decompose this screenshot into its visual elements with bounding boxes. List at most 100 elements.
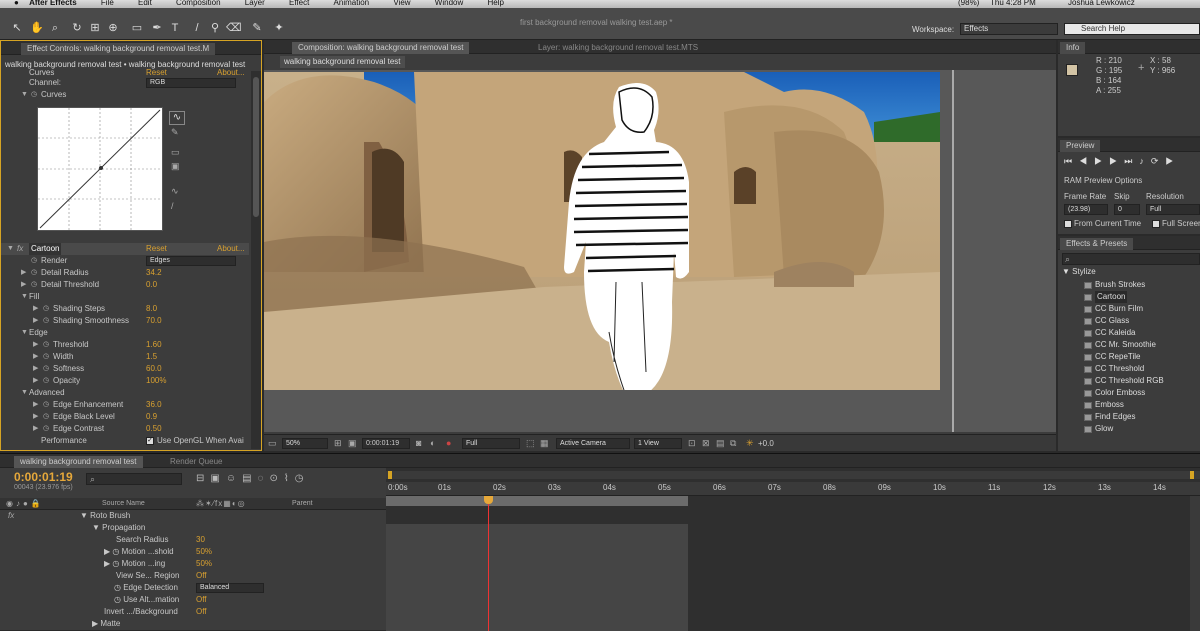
shading-smoothness-value[interactable]: 70.0: [146, 315, 162, 327]
expand-icon[interactable]: ▼: [80, 511, 90, 520]
full-screen-checkbox[interactable]: [1152, 220, 1160, 228]
composition-breadcrumb[interactable]: walking background removal test: [280, 56, 405, 68]
timeline-scrollbar[interactable]: [1190, 496, 1200, 631]
comp-mini-flowchart-icon[interactable]: ⊟: [196, 473, 210, 484]
puppet-tool-icon[interactable]: ✦: [272, 21, 286, 35]
effect-item[interactable]: Color Emboss: [1095, 387, 1145, 399]
shading-steps-value[interactable]: 8.0: [146, 303, 157, 315]
effect-item[interactable]: CC Glass: [1095, 315, 1129, 327]
menu-view[interactable]: View: [393, 0, 410, 7]
effect-item[interactable]: CC Mr. Smoothie: [1095, 339, 1156, 351]
expand-icon[interactable]: ▶: [33, 303, 38, 315]
view-search-region-value[interactable]: Off: [196, 570, 207, 582]
current-time-field[interactable]: 0:00:01:19: [362, 438, 410, 449]
effect-item[interactable]: CC Kaleida: [1095, 327, 1135, 339]
expand-icon[interactable]: ▼: [92, 523, 102, 532]
menu-effect[interactable]: Effect: [289, 0, 309, 7]
edge-enhancement-value[interactable]: 36.0: [146, 399, 162, 411]
expand-icon[interactable]: ▶: [33, 375, 38, 387]
flowchart-icon[interactable]: ⧉: [730, 438, 736, 449]
tab-preview[interactable]: Preview: [1060, 140, 1101, 152]
stopwatch-icon[interactable]: ◷: [43, 303, 49, 315]
effect-item[interactable]: CC Threshold RGB: [1095, 375, 1164, 387]
propagation-row[interactable]: ▼ Propagation: [92, 522, 145, 534]
camera-dropdown[interactable]: Active Camera: [556, 438, 630, 449]
effect-item[interactable]: Glow: [1095, 423, 1113, 435]
composition-frame[interactable]: [264, 72, 940, 390]
show-snapshot-icon[interactable]: ◐: [430, 438, 435, 448]
search-radius-value[interactable]: 30: [196, 534, 205, 546]
edge-contrast-value[interactable]: 0.50: [146, 423, 162, 435]
expand-icon[interactable]: ▶: [21, 279, 26, 291]
playhead-icon[interactable]: [484, 496, 493, 504]
edge-expand-icon[interactable]: ▼: [21, 327, 28, 339]
graph-editor-icon[interactable]: ⌇: [284, 473, 295, 484]
menu-file[interactable]: File: [101, 0, 114, 7]
previous-frame-icon[interactable]: ◀: [1079, 156, 1094, 166]
stopwatch-icon[interactable]: ◷: [114, 583, 123, 592]
first-frame-icon[interactable]: ⏮: [1064, 156, 1079, 166]
render-dropdown[interactable]: Edges: [146, 256, 236, 266]
expand-icon[interactable]: ▶: [33, 399, 38, 411]
matte-row[interactable]: ▶ Matte: [92, 618, 120, 630]
search-help-input[interactable]: Search Help: [1064, 23, 1200, 35]
time-navigator[interactable]: [386, 471, 1200, 479]
stopwatch-icon[interactable]: ◷: [43, 339, 49, 351]
save-curve-icon[interactable]: ▣: [171, 161, 180, 172]
menu-user[interactable]: Joshua Lewkowicz: [1068, 0, 1135, 7]
stopwatch-icon[interactable]: ◷: [43, 315, 49, 327]
hand-tool-icon[interactable]: ✋: [30, 21, 44, 35]
expand-icon[interactable]: ▶: [33, 411, 38, 423]
timeline-search-input[interactable]: ⌕: [86, 473, 182, 485]
effect-item[interactable]: Emboss: [1095, 399, 1124, 411]
category-expand-icon[interactable]: ▼: [1062, 267, 1072, 276]
skip-dropdown[interactable]: 0: [1114, 204, 1140, 215]
stopwatch-icon[interactable]: ◷: [31, 279, 37, 291]
detail-threshold-value[interactable]: 0.0: [146, 279, 157, 291]
shape-tool-icon[interactable]: ▭: [130, 21, 144, 35]
text-tool-icon[interactable]: T: [168, 21, 182, 35]
stopwatch-icon[interactable]: ◷: [43, 363, 49, 375]
roto-brush-tool-icon[interactable]: ✎: [250, 21, 264, 35]
composition-viewer[interactable]: [264, 70, 1056, 432]
stopwatch-icon[interactable]: ◷: [112, 547, 121, 556]
effect-item[interactable]: Find Edges: [1095, 411, 1135, 423]
clone-stamp-tool-icon[interactable]: ⚲: [208, 21, 222, 35]
fx-icon[interactable]: fx: [17, 243, 23, 255]
mask-visibility-icon[interactable]: ▣: [348, 438, 357, 449]
motion-threshold-value[interactable]: 50%: [196, 546, 212, 558]
zoom-dropdown[interactable]: 50%: [282, 438, 328, 449]
view-layout-dropdown[interactable]: 1 View: [634, 438, 682, 449]
resolution-dropdown[interactable]: Full: [462, 438, 520, 449]
mute-icon[interactable]: ♪: [1139, 156, 1151, 166]
expand-icon[interactable]: ▶: [33, 351, 38, 363]
frame-blending-icon[interactable]: ▤: [242, 473, 257, 484]
fx-icon[interactable]: fx: [8, 510, 14, 522]
layer-duration-bar[interactable]: [386, 524, 688, 631]
curves-reset-link[interactable]: Reset: [146, 67, 167, 75]
pencil-tool-icon[interactable]: ✎: [171, 127, 179, 138]
stopwatch-icon[interactable]: ◷: [114, 595, 123, 604]
cartoon-effect-name[interactable]: Cartoon: [29, 243, 62, 255]
expand-icon[interactable]: ▶: [33, 315, 38, 327]
pen-tool-icon[interactable]: ✒: [150, 21, 164, 35]
softness-value[interactable]: 60.0: [146, 363, 162, 375]
curves-expand-icon[interactable]: ▼: [21, 89, 28, 101]
menu-layer[interactable]: Layer: [245, 0, 265, 7]
pixel-aspect-icon[interactable]: ⊡: [688, 438, 696, 449]
cartoon-reset-link[interactable]: Reset: [146, 243, 167, 255]
frame-rate-dropdown[interactable]: (23.98): [1064, 204, 1108, 215]
advanced-expand-icon[interactable]: ▼: [21, 387, 28, 399]
edge-black-level-value[interactable]: 0.9: [146, 411, 157, 423]
last-frame-icon[interactable]: ⏭: [1124, 156, 1139, 166]
next-frame-icon[interactable]: ▶: [1109, 156, 1124, 166]
from-current-checkbox[interactable]: [1064, 220, 1072, 228]
channel-icon[interactable]: ●: [446, 438, 451, 448]
ram-preview-icon[interactable]: ▶: [1165, 156, 1180, 166]
tab-layer[interactable]: Layer: walking background removal test.M…: [532, 42, 704, 54]
always-preview-icon[interactable]: ▭: [268, 438, 277, 449]
opacity-value[interactable]: 100%: [146, 375, 166, 387]
parent-header[interactable]: Parent: [292, 500, 313, 507]
menu-edit[interactable]: Edit: [138, 0, 152, 7]
channel-dropdown[interactable]: RGB: [146, 78, 236, 88]
